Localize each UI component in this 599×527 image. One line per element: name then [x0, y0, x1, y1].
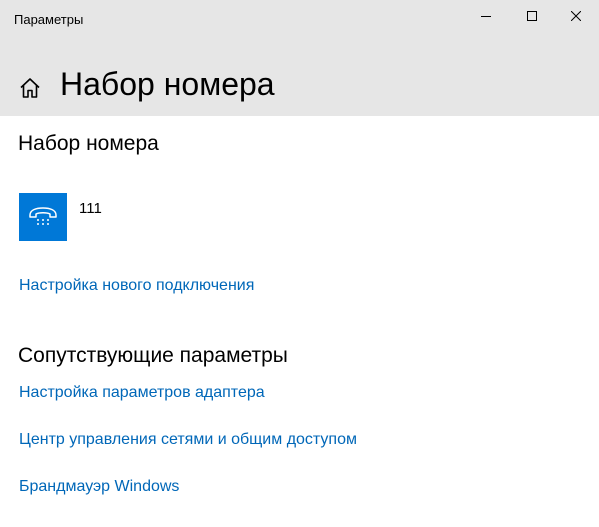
minimize-icon [481, 16, 491, 17]
network-sharing-center-link[interactable]: Центр управления сетями и общим доступом [19, 431, 357, 449]
dialup-phone-icon [19, 193, 67, 241]
maximize-button[interactable] [509, 0, 555, 32]
page-header: Набор номера [0, 36, 599, 116]
dialup-connection-item[interactable]: 111 [19, 193, 219, 243]
dialup-connection-name: 111 [79, 200, 102, 217]
page-title: Набор номера [60, 66, 275, 102]
adapter-settings-link[interactable]: Настройка параметров адаптера [19, 384, 265, 402]
minimize-button[interactable] [463, 0, 509, 32]
settings-window: Параметры Набор номера Набор номера 111 … [0, 0, 599, 527]
dialup-section-title: Набор номера [18, 132, 159, 155]
setup-new-connection-link[interactable]: Настройка нового подключения [19, 277, 254, 295]
close-icon [571, 11, 581, 21]
window-title: Параметры [14, 12, 84, 27]
maximize-icon [527, 11, 537, 21]
windows-firewall-link[interactable]: Брандмауэр Windows [19, 478, 179, 496]
close-button[interactable] [553, 0, 599, 32]
related-settings-title: Сопутствующие параметры [18, 344, 288, 367]
home-icon[interactable] [18, 76, 42, 100]
title-bar[interactable]: Параметры [0, 0, 599, 36]
